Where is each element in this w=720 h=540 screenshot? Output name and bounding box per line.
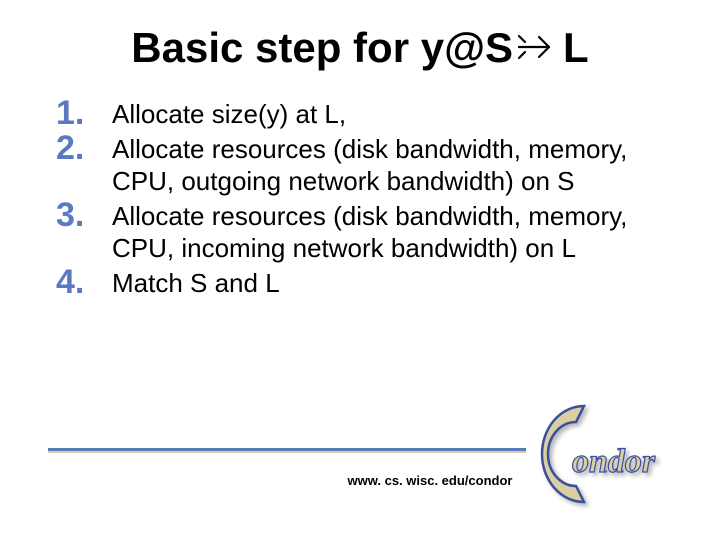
step-item: Allocate resources (disk bandwidth, memo…	[56, 200, 672, 265]
step-item: Allocate resources (disk bandwidth, memo…	[56, 133, 672, 198]
step-text: Allocate resources (disk bandwidth, memo…	[112, 134, 627, 197]
title-prefix: Basic step for y@S	[131, 24, 513, 71]
slide-title: Basic step for y@S L	[48, 24, 672, 74]
step-item: Match S and L	[56, 267, 672, 300]
step-item: Allocate size(y) at L,	[56, 98, 672, 131]
step-text: Match S and L	[112, 268, 280, 298]
step-text: Allocate size(y) at L,	[112, 99, 346, 129]
condor-logo: ondor	[524, 394, 694, 514]
slide: Basic step for y@S L Allocate size(y) at…	[0, 0, 720, 540]
right-arrow-icon	[515, 26, 557, 74]
logo-text: ondor	[572, 443, 656, 480]
footer-rule	[48, 448, 526, 454]
title-suffix: L	[563, 24, 589, 71]
steps-list: Allocate size(y) at L, Allocate resource…	[48, 98, 672, 299]
step-text: Allocate resources (disk bandwidth, memo…	[112, 201, 627, 264]
